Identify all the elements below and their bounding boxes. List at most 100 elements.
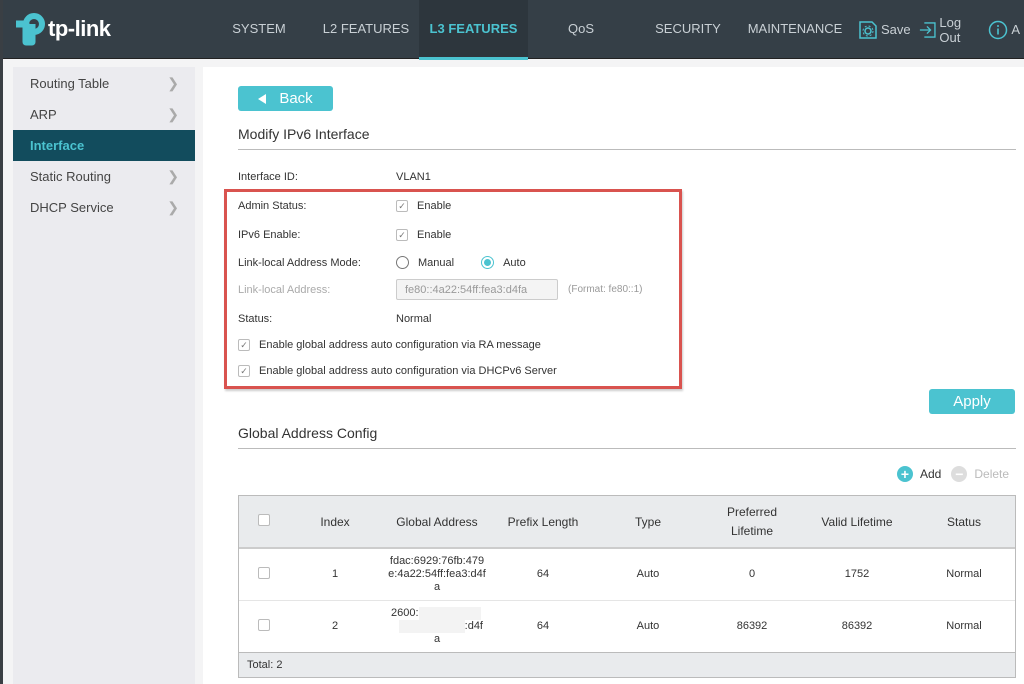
dhcpv6-autoconfig-row: ✓ Enable global address auto configurati… [238, 365, 557, 377]
nav-system[interactable]: SYSTEM [205, 0, 313, 59]
ipv6-enable-option: Enable [417, 229, 452, 241]
save-button[interactable]: Save [858, 20, 911, 40]
plus-icon: + [897, 466, 913, 482]
global-config-title: Global Address Config [238, 425, 378, 441]
add-button[interactable]: + Add [897, 466, 941, 482]
brand-name: tp-link [48, 16, 111, 41]
nav-maintenance[interactable]: MAINTENANCE [742, 0, 848, 59]
header-actions: Save Log Out A [858, 0, 1024, 59]
interface-id-row: Interface ID: VLAN1 [238, 171, 431, 183]
row-address-cell: fdac:6929:76fb:479e:4a22:54ff:fea3:d4fa [381, 548, 493, 601]
admin-status-label: Admin Status: [238, 200, 307, 212]
row-checkbox[interactable] [258, 618, 270, 631]
row-valid: 86392 [801, 600, 913, 653]
sidebar-item-label: Interface [30, 138, 85, 153]
sidebar-item-routing-table[interactable]: Routing Table ❯ [13, 68, 195, 99]
row-status: Normal [913, 548, 1015, 601]
add-label: Add [920, 467, 942, 481]
chevron-right-icon: ❯ [167, 106, 179, 122]
table-total: Total: 2 [239, 652, 1015, 677]
col-prefix-length: Prefix Length [493, 496, 593, 549]
row-type: Auto [593, 600, 703, 653]
logout-label: Log Out [939, 14, 962, 45]
nav-security[interactable]: SECURITY [634, 0, 742, 59]
ra-autoconfig-row: ✓ Enable global address auto configurati… [238, 339, 541, 351]
logout-icon [919, 21, 936, 38]
row-type: Auto [593, 548, 703, 601]
row-index: 1 [289, 548, 381, 601]
status-row: Status: Normal [238, 313, 431, 325]
ra-autoconfig-label: Enable global address auto configuration… [259, 339, 541, 351]
back-button[interactable]: Back [238, 86, 333, 111]
col-type: Type [593, 496, 703, 549]
ipv6-enable-checkbox[interactable]: ✓ [396, 229, 408, 241]
ra-autoconfig-checkbox[interactable]: ✓ [238, 339, 250, 351]
row-address: fdac:6929:76fb:479e:4a22:54ff:fea3:d4fa [388, 554, 486, 593]
logout-button[interactable]: Log Out [919, 15, 981, 45]
admin-status-row: Admin Status: ✓ Enable [238, 200, 451, 212]
sidebar-item-dhcp-service[interactable]: DHCP Service ❯ [13, 192, 195, 223]
about-label: A [1011, 22, 1020, 37]
chevron-right-icon: ❯ [167, 199, 179, 215]
sidebar: Routing Table ❯ ARP ❯ Interface Static R… [13, 67, 195, 684]
sidebar-item-label: ARP [30, 107, 57, 122]
admin-status-option: Enable [417, 200, 452, 212]
sidebar-item-interface[interactable]: Interface [13, 130, 195, 161]
nav-qos[interactable]: QoS [528, 0, 634, 59]
nav-l2-features[interactable]: L2 FEATURES [313, 0, 419, 59]
status-value: Normal [396, 313, 432, 325]
select-all-cell [239, 496, 289, 549]
sidebar-item-arp[interactable]: ARP ❯ [13, 99, 195, 130]
admin-status-checkbox[interactable]: ✓ [396, 200, 408, 212]
col-preferred-lifetime: Preferred Lifetime [703, 496, 801, 549]
row-preferred: 0 [703, 548, 801, 601]
tp-link-logo-icon [16, 13, 45, 46]
divider [238, 149, 1016, 150]
sidebar-item-static-routing[interactable]: Static Routing ❯ [13, 161, 195, 192]
minus-icon: − [951, 466, 968, 482]
delete-button[interactable]: − Delete [951, 466, 1009, 482]
chevron-right-icon: ❯ [167, 75, 179, 91]
manual-radio[interactable] [396, 256, 409, 269]
nav-l3-features[interactable]: L3 FEATURES [419, 0, 528, 60]
row-prefix: 64 [493, 548, 593, 601]
row-status: Normal [913, 600, 1015, 653]
row-select-cell [239, 548, 289, 601]
ipv6-enable-label: IPv6 Enable: [238, 229, 301, 241]
link-local-address-row: Link-local Address: (Format: fe80::1) [238, 279, 642, 300]
table-row: 1 fdac:6929:76fb:479e:4a22:54ff:fea3:d4f… [239, 548, 1015, 601]
status-label: Status: [238, 313, 273, 325]
dhcpv6-autoconfig-checkbox[interactable]: ✓ [238, 365, 250, 377]
link-local-address-input[interactable] [396, 279, 558, 300]
row-address-redacted: 2600:x x:d4f a [391, 606, 483, 645]
back-label: Back [279, 90, 313, 107]
main-nav: SYSTEM L2 FEATURES L3 FEATURES QoS SECUR… [205, 0, 848, 60]
delete-label: Delete [974, 467, 1010, 481]
select-all-checkbox[interactable] [258, 514, 270, 526]
col-global-address: Global Address [381, 496, 493, 549]
sidebar-item-label: Static Routing [30, 169, 111, 184]
tp-link-logo: tp-link [12, 12, 111, 46]
row-checkbox[interactable] [258, 566, 270, 579]
interface-id-label: Interface ID: [238, 171, 298, 183]
about-button[interactable]: A [988, 20, 1020, 40]
link-local-address-label: Link-local Address: [238, 283, 331, 296]
row-select-cell [239, 600, 289, 653]
col-index: Index [289, 496, 381, 549]
top-header: tp-link SYSTEM L2 FEATURES L3 FEATURES Q… [0, 0, 1024, 60]
auto-radio[interactable] [481, 256, 495, 269]
col-valid-lifetime: Valid Lifetime [801, 496, 913, 549]
info-icon [989, 20, 1008, 39]
table-row: 2 2600:x x:d4f a 64 Auto 86392 86392 Nor… [239, 600, 1015, 653]
apply-button[interactable]: Apply [929, 389, 1015, 414]
dhcpv6-autoconfig-label: Enable global address auto configuration… [259, 365, 557, 377]
chevron-right-icon: ❯ [167, 168, 179, 184]
row-address-cell: 2600:x x:d4f a [381, 600, 493, 653]
row-preferred: 86392 [703, 600, 801, 653]
format-hint: (Format: fe80::1) [568, 284, 643, 295]
link-local-mode-label: Link-local Address Mode: [238, 256, 361, 269]
link-local-mode-row: Link-local Address Mode: Manual Auto [238, 256, 526, 269]
auto-option-label: Auto [503, 256, 526, 269]
row-valid: 1752 [801, 548, 913, 601]
back-arrow-icon [258, 93, 267, 104]
